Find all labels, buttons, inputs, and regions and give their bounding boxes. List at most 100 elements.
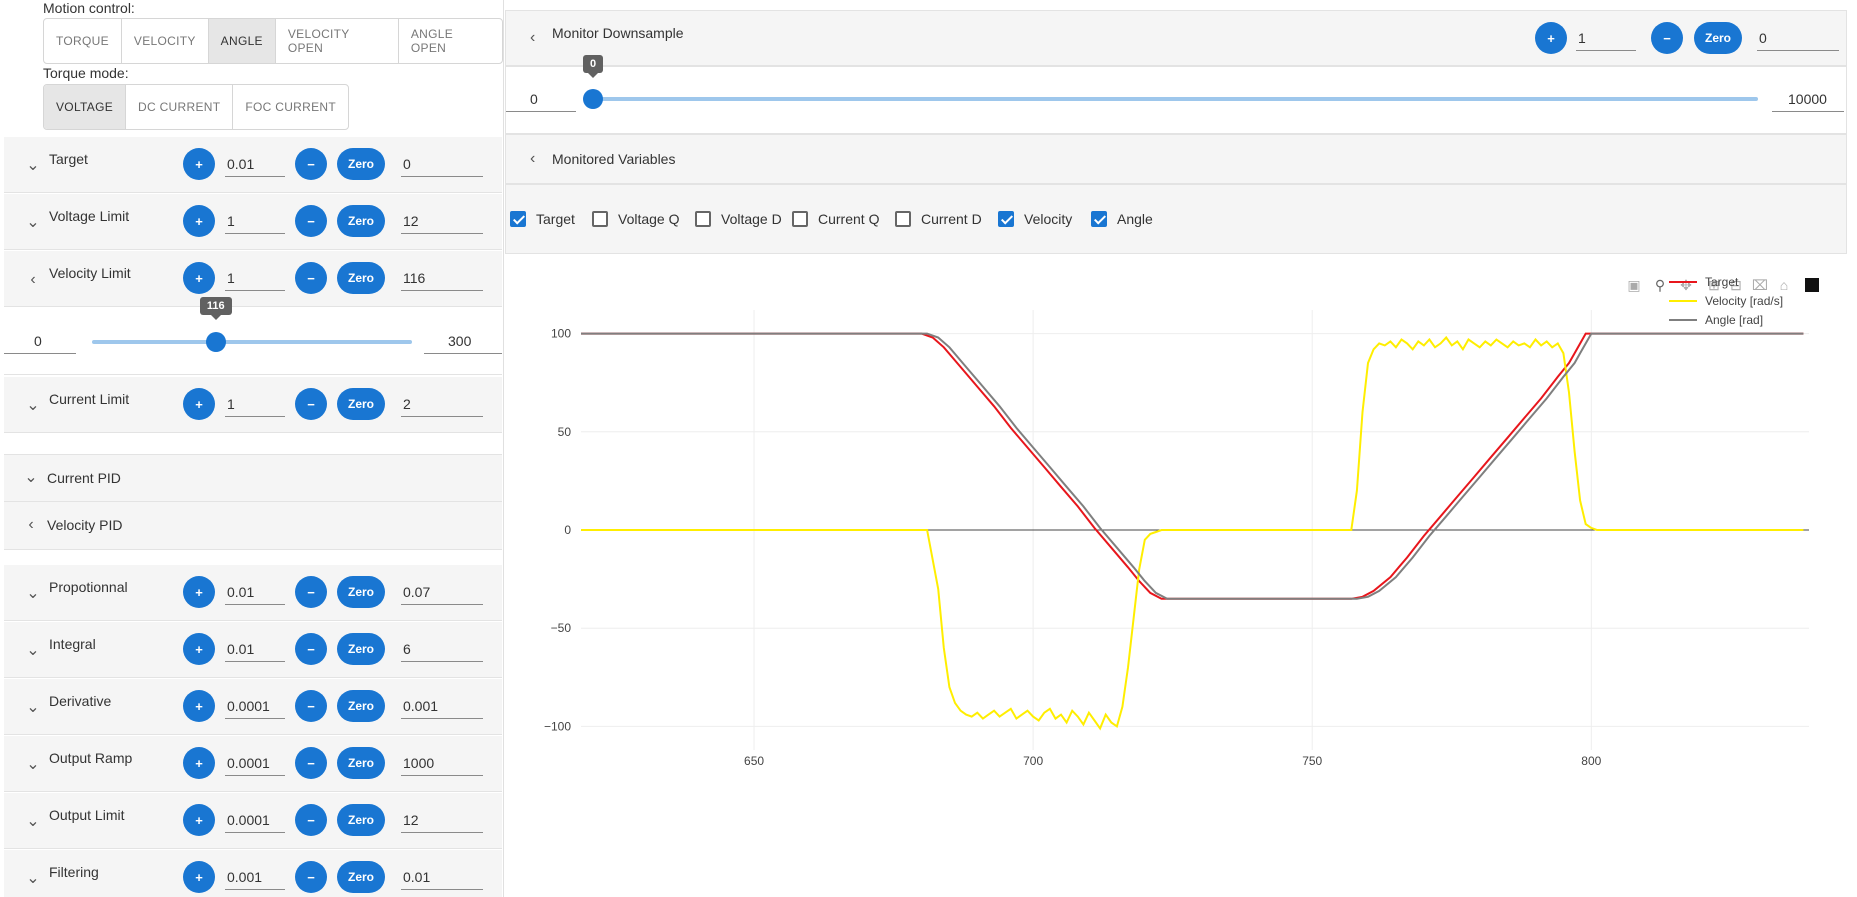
- proportional-step-field[interactable]: 0.01: [225, 579, 285, 605]
- output-limit-label: Output Limit: [49, 807, 125, 823]
- chevron-down-icon[interactable]: ⌄: [24, 397, 42, 415]
- downsample-value-field[interactable]: 0: [1757, 25, 1839, 51]
- voltage-limit-increment-button[interactable]: +: [183, 205, 215, 237]
- integral-increment-button[interactable]: +: [183, 633, 215, 665]
- derivative-zero-button[interactable]: Zero: [337, 690, 385, 722]
- target-zero-button[interactable]: Zero: [337, 148, 385, 180]
- output-ramp-increment-button[interactable]: +: [183, 747, 215, 779]
- target-checkbox[interactable]: [510, 211, 526, 227]
- target-decrement-button[interactable]: −: [295, 148, 327, 180]
- velocity-limit-slider-max[interactable]: 300: [424, 328, 502, 354]
- velocity-limit-zero-button[interactable]: Zero: [337, 262, 385, 294]
- filtering-zero-button[interactable]: Zero: [337, 861, 385, 893]
- legend-item[interactable]: Target: [1705, 275, 1739, 289]
- current-limit-value-field[interactable]: 2: [401, 391, 483, 417]
- torque-mode-option-foc-current[interactable]: FOC CURRENT: [233, 85, 348, 129]
- target-value-field[interactable]: 0: [401, 151, 483, 177]
- chevron-down-icon[interactable]: ⌄: [24, 813, 42, 831]
- integral-decrement-button[interactable]: −: [295, 633, 327, 665]
- output-limit-value-field[interactable]: 12: [401, 807, 483, 833]
- velocity-limit-slider-min[interactable]: 0: [4, 328, 76, 354]
- output-ramp-zero-button[interactable]: Zero: [337, 747, 385, 779]
- derivative-decrement-button[interactable]: −: [295, 690, 327, 722]
- chevron-left-icon[interactable]: ‹: [22, 516, 40, 534]
- proportional-increment-button[interactable]: +: [183, 576, 215, 608]
- motion-control-option-velocity-open[interactable]: VELOCITY OPEN: [276, 19, 399, 63]
- current-limit-decrement-button[interactable]: −: [295, 388, 327, 420]
- velocity-limit-step-field[interactable]: 1: [225, 265, 285, 291]
- current-q-checkbox[interactable]: [792, 211, 808, 227]
- integral-zero-button[interactable]: Zero: [337, 633, 385, 665]
- motion-control-option-angle-open[interactable]: ANGLE OPEN: [399, 19, 502, 63]
- velocity-limit-decrement-button[interactable]: −: [295, 262, 327, 294]
- output-limit-decrement-button[interactable]: −: [295, 804, 327, 836]
- chevron-down-icon[interactable]: ⌄: [24, 214, 42, 232]
- angle-checkbox[interactable]: [1091, 211, 1107, 227]
- current-limit-step-field[interactable]: 1: [225, 391, 285, 417]
- derivative-increment-button[interactable]: +: [183, 690, 215, 722]
- downsample-step-field[interactable]: 1: [1576, 25, 1636, 51]
- velocity-limit-slider-thumb[interactable]: [205, 332, 226, 352]
- output-limit-step-field[interactable]: 0.0001: [225, 807, 285, 833]
- downsample-slider-max[interactable]: 10000: [1772, 86, 1844, 112]
- output-ramp-value-field[interactable]: 1000: [401, 750, 483, 776]
- motion-control-option-torque[interactable]: TORQUE: [44, 19, 122, 63]
- downsample-slider-thumb[interactable]: [583, 89, 603, 109]
- chevron-down-icon[interactable]: ⌄: [24, 699, 42, 717]
- voltage-q-checkbox[interactable]: [592, 211, 608, 227]
- downsample-slider-track[interactable]: [593, 97, 1758, 101]
- velocity-limit-increment-button[interactable]: +: [183, 262, 215, 294]
- current-limit-zero-button[interactable]: Zero: [337, 388, 385, 420]
- chevron-down-icon[interactable]: ⌄: [22, 469, 40, 487]
- motion-control-option-angle[interactable]: ANGLE: [208, 19, 276, 63]
- velocity-limit-slider-track[interactable]: [92, 340, 412, 344]
- chevron-down-icon[interactable]: ⌄: [24, 870, 42, 888]
- current-d-checkbox[interactable]: [895, 211, 911, 227]
- current-limit-increment-button[interactable]: +: [183, 388, 215, 420]
- chevron-down-icon[interactable]: ⌄: [24, 756, 42, 774]
- chevron-down-icon[interactable]: ⌄: [24, 157, 42, 175]
- velocity-checkbox[interactable]: [998, 211, 1014, 227]
- filtering-decrement-button[interactable]: −: [295, 861, 327, 893]
- monitor-chart[interactable]: 650 700 750 800 100 50 0 −50 −100 Target Velocity …: [505, 257, 1857, 897]
- voltage-limit-zero-button[interactable]: Zero: [337, 205, 385, 237]
- output-limit-zero-button[interactable]: Zero: [337, 804, 385, 836]
- output-ramp-decrement-button[interactable]: −: [295, 747, 327, 779]
- integral-value-field[interactable]: 6: [401, 636, 483, 662]
- target-step-field[interactable]: 0.01: [225, 151, 285, 177]
- chevron-left-icon[interactable]: ‹: [530, 29, 535, 47]
- proportional-zero-button[interactable]: Zero: [337, 576, 385, 608]
- voltage-limit-decrement-button[interactable]: −: [295, 205, 327, 237]
- filtering-value-field[interactable]: 0.01: [401, 864, 483, 890]
- increment-button[interactable]: +: [1535, 22, 1567, 54]
- chevron-down-icon[interactable]: ⌄: [24, 585, 42, 603]
- output-limit-increment-button[interactable]: +: [183, 804, 215, 836]
- output-ramp-step-field[interactable]: 0.0001: [225, 750, 285, 776]
- filtering-step-field[interactable]: 0.001: [225, 864, 285, 890]
- motion-control-option-velocity[interactable]: VELOCITY: [122, 19, 209, 63]
- legend-item[interactable]: Angle [rad]: [1705, 313, 1763, 327]
- current-pid-section[interactable]: ⌄ Current PID: [4, 454, 502, 502]
- proportional-value-field[interactable]: 0.07: [401, 579, 483, 605]
- torque-mode-option-voltage[interactable]: VOLTAGE: [44, 85, 127, 129]
- integral-step-field[interactable]: 0.01: [225, 636, 285, 662]
- proportional-decrement-button[interactable]: −: [295, 576, 327, 608]
- voltage-d-checkbox[interactable]: [695, 211, 711, 227]
- chevron-down-icon[interactable]: ⌄: [24, 642, 42, 660]
- chevron-left-icon[interactable]: ‹: [530, 150, 535, 168]
- downsample-slider-min[interactable]: 0: [506, 86, 576, 112]
- target-increment-button[interactable]: +: [183, 148, 215, 180]
- voltage-limit-value-field[interactable]: 12: [401, 208, 483, 234]
- monitor-downsample-label: Monitor Downsample: [552, 25, 684, 41]
- velocity-pid-section[interactable]: ‹ Velocity PID: [4, 502, 502, 550]
- derivative-value-field[interactable]: 0.001: [401, 693, 483, 719]
- filtering-increment-button[interactable]: +: [183, 861, 215, 893]
- velocity-limit-value-field[interactable]: 116: [401, 265, 483, 291]
- zero-button[interactable]: Zero: [1694, 22, 1742, 54]
- voltage-limit-step-field[interactable]: 1: [225, 208, 285, 234]
- decrement-button[interactable]: −: [1651, 22, 1683, 54]
- chevron-left-icon[interactable]: ‹: [24, 271, 42, 289]
- torque-mode-option-dc-current[interactable]: DC CURRENT: [126, 85, 234, 129]
- derivative-step-field[interactable]: 0.0001: [225, 693, 285, 719]
- legend-item[interactable]: Velocity [rad/s]: [1705, 294, 1783, 308]
